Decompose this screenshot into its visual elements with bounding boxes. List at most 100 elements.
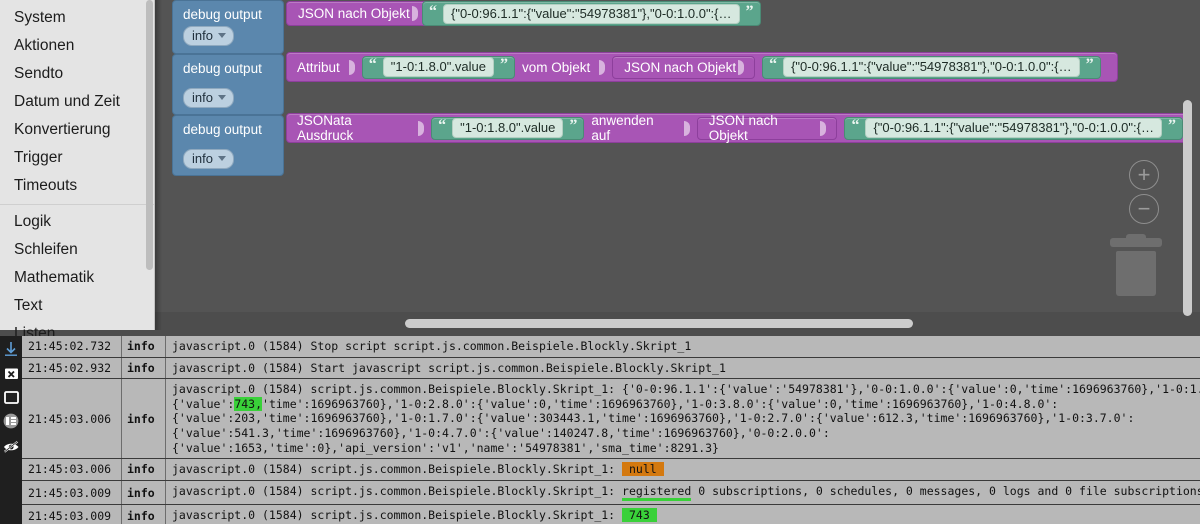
log-severity: info xyxy=(122,480,166,505)
toolbox-flyout[interactable]: System Aktionen Sendto Datum und Zeit Ko… xyxy=(0,0,155,336)
block-debug-output-1[interactable]: debug output info xyxy=(172,0,284,54)
log-text: 'time':1696963760},'1-0:2.8.0':{'value':… xyxy=(262,396,1059,411)
log-time: 21:45:03.009 xyxy=(22,480,122,505)
log-row[interactable]: 21:45:03.009 info javascript.0 (1584) scri… xyxy=(22,480,1200,506)
blockly-script-editor: debug output info JSON nach Objekt “ {"0… xyxy=(0,0,1200,524)
block-json-string-2[interactable]: “ {"0-0:96.1.1":{"value":"54978381"},"0-… xyxy=(762,55,1101,79)
log-row[interactable]: 21:45:03.006 info javascript.0 (1584) scri… xyxy=(22,459,1200,481)
block-jsonata-expression-3[interactable]: “ "1-0:1.8.0".value ” xyxy=(431,116,585,140)
block-debug-output-3[interactable]: debug output info xyxy=(172,115,284,176)
copy-log-icon[interactable] xyxy=(2,388,20,406)
zoom-in-button[interactable]: + xyxy=(1129,160,1159,190)
toolbox-item-trigger[interactable]: Trigger xyxy=(0,144,154,172)
log-time: 21:45:03.006 xyxy=(22,379,122,459)
chevron-down-icon xyxy=(217,95,226,100)
log-table[interactable]: 21:45:02.732 info javascript.0 (1584) Stop… xyxy=(22,336,1200,524)
json-to-object-label-3: JSON nach Objekt xyxy=(708,113,778,143)
block-json-to-object-3[interactable]: JSON nach Objekt xyxy=(696,113,838,143)
toolbox-scrollbar-thumb[interactable] xyxy=(146,0,153,270)
block-jsonata-3[interactable]: JSONata Ausdruck “ "1-0:1.8.0".value ” a… xyxy=(286,113,1190,143)
value-socket xyxy=(683,120,690,136)
debug-output-label-2: debug output xyxy=(183,61,262,76)
value-socket xyxy=(599,59,606,75)
block-json-to-object-2[interactable]: JSON nach Objekt xyxy=(612,55,756,79)
horizontal-scrollbar-track[interactable] xyxy=(0,312,1200,336)
severity-value-3: info xyxy=(192,151,213,166)
horizontal-scrollbar-thumb[interactable] xyxy=(405,319,913,328)
toolbox-item-text[interactable]: Text xyxy=(0,292,154,320)
hide-log-icon[interactable] xyxy=(2,438,20,456)
severity-dropdown-3[interactable]: info xyxy=(183,149,234,169)
log-row[interactable]: 21:45:02.932 info javascript.0 (1584) Star… xyxy=(22,357,1200,380)
log-time: 21:45:02.932 xyxy=(22,357,122,379)
log-time: 21:45:03.006 xyxy=(22,459,122,480)
toolbox-item-konvertierung[interactable]: Konvertierung xyxy=(0,116,154,144)
log-text: javascript.0 (1584) script.js.common.Bei… xyxy=(172,483,623,498)
zoom-in-label: + xyxy=(1137,162,1151,187)
toolbox-item-listen[interactable]: Listen xyxy=(0,320,154,336)
log-message: javascript.0 (1584) script.js.common.Bei… xyxy=(166,505,1200,524)
log-time: 21:45:03.009 xyxy=(22,505,122,524)
value-socket xyxy=(820,120,827,136)
json-string-field-1[interactable]: {"0-0:96.1.1":{"value":"54978381"},"0-0:… xyxy=(443,3,740,24)
quote-open-icon: “ xyxy=(769,56,778,73)
attribute-path-field-2[interactable]: "1-0:1.8.0".value xyxy=(382,57,495,77)
severity-dropdown-2[interactable]: info xyxy=(183,88,234,108)
log-message: javascript.0 (1584) script.js.common.Bei… xyxy=(166,459,1200,480)
quote-close-icon: ” xyxy=(500,56,509,73)
log-message: javascript.0 (1584) script.js.common.Bei… xyxy=(166,481,1200,505)
toolbox-item-aktionen[interactable]: Aktionen xyxy=(0,32,154,60)
log-row[interactable]: 21:45:03.009 info javascript.0 (1584) scri… xyxy=(22,505,1200,524)
log-text: {'value':541.3,'time':1696963760},'1-0:4… xyxy=(172,425,830,440)
toolbox-item-logik[interactable]: Logik xyxy=(0,208,154,236)
block-json-string-3[interactable]: “ {"0-0:96.1.1":{"value":"54978381"},"0-… xyxy=(844,116,1183,140)
block-json-string-1[interactable]: “ {"0-0:96.1.1":{"value":"54978381"},"0-… xyxy=(422,1,761,26)
json-to-object-label-1: JSON nach Objekt xyxy=(298,6,410,21)
quote-close-icon: ” xyxy=(1167,117,1176,134)
log-severity: info xyxy=(122,379,166,459)
blockly-workspace[interactable]: debug output info JSON nach Objekt “ {"0… xyxy=(0,0,1200,336)
log-text: javascript.0 (1584) Start javascript scr… xyxy=(172,360,726,375)
block-debug-output-2[interactable]: debug output info xyxy=(172,54,284,115)
flyout-shadow xyxy=(155,0,162,330)
jsonata-expression-field-3[interactable]: "1-0:1.8.0".value xyxy=(452,118,564,138)
value-socket xyxy=(348,59,355,75)
log-row[interactable]: 21:45:03.006 info javascript.0 (1584) scri… xyxy=(22,379,1200,460)
clear-log-icon[interactable] xyxy=(2,364,20,382)
chevron-down-icon xyxy=(217,33,226,38)
toolbox-item-datum-und-zeit[interactable]: Datum und Zeit xyxy=(0,88,154,116)
quote-close-icon: ” xyxy=(745,2,754,20)
json-string-field-3[interactable]: {"0-0:96.1.1":{"value":"54978381"},"0-0:… xyxy=(865,118,1162,138)
toolbox-item-sendto[interactable]: Sendto xyxy=(0,60,154,88)
log-highlight-underline: registered xyxy=(622,484,692,502)
log-text: {'value': xyxy=(172,396,235,411)
toolbox-item-timeouts[interactable]: Timeouts xyxy=(0,172,154,200)
block-json-to-object-1[interactable]: JSON nach Objekt xyxy=(286,1,429,26)
jsonata-label-3: JSONata Ausdruck xyxy=(297,113,354,143)
log-highlight-orange: null xyxy=(622,462,664,477)
scroll-to-bottom-icon[interactable] xyxy=(2,340,20,358)
log-severity: info xyxy=(122,505,166,524)
json-string-field-2[interactable]: {"0-0:96.1.1":{"value":"54978381"},"0-0:… xyxy=(783,57,1080,77)
trash-can-icon[interactable] xyxy=(1110,234,1162,296)
log-highlight-green: 743, xyxy=(234,396,263,411)
toolbox-item-schleifen[interactable]: Schleifen xyxy=(0,236,154,264)
quote-open-icon: “ xyxy=(368,56,377,73)
toolbox-item-system[interactable]: System xyxy=(0,4,154,32)
log-message: javascript.0 (1584) script.js.common.Bei… xyxy=(166,379,1200,458)
zoom-out-button[interactable]: − xyxy=(1129,194,1159,224)
log-panel: 21:45:02.732 info javascript.0 (1584) Stop… xyxy=(0,336,1200,524)
severity-dropdown-1[interactable]: info xyxy=(183,26,234,46)
quote-close-icon: ” xyxy=(1085,56,1094,73)
log-row[interactable]: 21:45:02.732 info javascript.0 (1584) Stop… xyxy=(22,336,1200,358)
debug-output-label-3: debug output xyxy=(183,122,262,137)
block-attribute-2[interactable]: Attribut “ "1-0:1.8.0".value ” vom Objek… xyxy=(286,52,1118,82)
log-text: javascript.0 (1584) Stop script script.j… xyxy=(172,339,692,353)
vertical-scrollbar-thumb[interactable] xyxy=(1183,100,1192,316)
log-severity: info xyxy=(122,357,166,379)
chevron-down-icon xyxy=(217,156,226,161)
pause-log-icon[interactable] xyxy=(2,412,20,430)
toolbox-item-mathematik[interactable]: Mathematik xyxy=(0,264,154,292)
block-attribute-path-2[interactable]: “ "1-0:1.8.0".value ” xyxy=(361,55,516,79)
value-socket xyxy=(418,120,425,136)
